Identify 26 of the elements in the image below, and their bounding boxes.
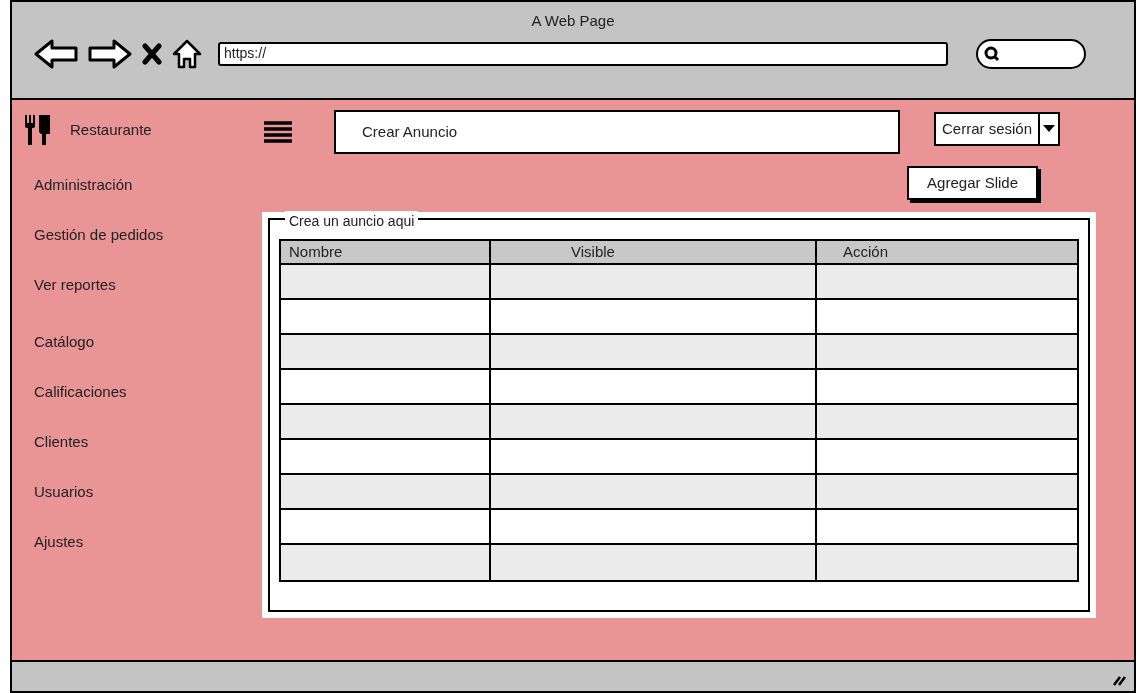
sidebar-link[interactable]: Ajustes xyxy=(34,517,262,567)
url-field[interactable]: https:// xyxy=(218,41,948,66)
window-title: A Web Page xyxy=(531,11,615,31)
back-icon[interactable] xyxy=(34,38,78,69)
search-field[interactable] xyxy=(976,38,1086,69)
search-icon xyxy=(984,45,1000,62)
sidebar-link[interactable]: Calificaciones xyxy=(34,367,262,417)
text-field[interactable]: Crear Anuncio xyxy=(334,110,900,154)
sidebar-link[interactable]: Gestión de pedidos xyxy=(34,210,262,260)
dropdown[interactable]: Cerrar sesión xyxy=(934,112,1061,146)
panel-title: Crea un auncio aqui xyxy=(285,211,419,232)
sidebar-link[interactable]: Clientes xyxy=(34,417,262,467)
sidebar-link[interactable]: Administración xyxy=(34,160,262,210)
close-icon[interactable] xyxy=(142,42,162,65)
forward-icon[interactable] xyxy=(88,38,132,69)
column-header: Visible xyxy=(489,241,815,264)
brand-name: Restaurante xyxy=(70,119,152,140)
sidebar-link[interactable]: Usuarios xyxy=(34,467,262,517)
add-slide-button[interactable]: Agregar Slide xyxy=(907,166,1038,200)
column-header: Nombre xyxy=(288,242,344,262)
sidebar-link[interactable]: Ver reportes xyxy=(34,260,262,310)
sidebar-link[interactable]: Catálogo xyxy=(34,317,262,367)
home-icon[interactable] xyxy=(172,38,202,69)
column-header: Acción xyxy=(815,241,1077,264)
menu-icon[interactable] xyxy=(264,120,292,144)
caret-icon xyxy=(1043,125,1056,133)
